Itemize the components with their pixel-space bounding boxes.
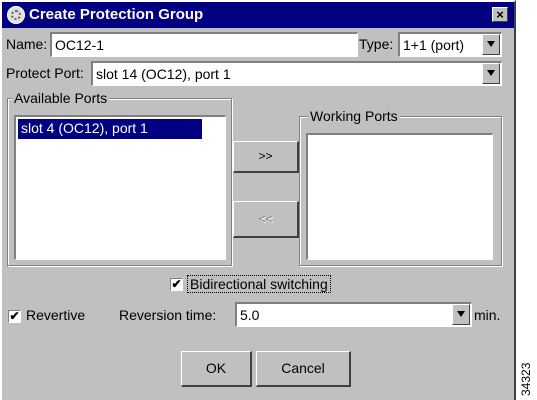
close-button[interactable]: × [492, 7, 508, 22]
available-ports-title: Available Ports [12, 90, 110, 106]
name-input[interactable]: OC12-1 [50, 32, 358, 57]
protect-port-label: Protect Port: [6, 65, 84, 81]
remove-from-working-button[interactable]: << [233, 201, 299, 238]
protect-port-dropdown[interactable]: slot 14 (OC12), port 1 [91, 61, 502, 86]
add-to-working-button[interactable]: >> [233, 141, 299, 173]
cancel-button[interactable]: Cancel [256, 351, 351, 387]
reversion-time-unit: min. [474, 307, 501, 323]
working-ports-title: Working Ports [308, 108, 400, 124]
bidirectional-label[interactable]: Bidirectional switching [187, 275, 331, 293]
revertive-checkbox[interactable]: ✔ [8, 310, 21, 323]
reversion-time-label: Reversion time: [119, 307, 217, 323]
list-item[interactable]: slot 4 (OC12), port 1 [18, 119, 202, 139]
create-protection-group-dialog: Create Protection Group × Name: OC12-1 T… [0, 0, 516, 400]
name-input-value: OC12-1 [55, 37, 105, 53]
available-ports-group: Available Ports slot 4 (OC12), port 1 [7, 90, 232, 266]
type-dropdown-value: 1+1 (port) [403, 37, 465, 53]
working-ports-list[interactable] [306, 133, 493, 260]
protect-port-dropdown-value: slot 14 (OC12), port 1 [96, 66, 231, 82]
protect-port-dropdown-arrow-icon[interactable] [482, 63, 500, 84]
reversion-time-dropdown[interactable]: 5.0 [235, 302, 472, 327]
ok-button[interactable]: OK [181, 351, 252, 387]
name-label: Name: [6, 36, 48, 52]
revertive-label: Revertive [26, 307, 86, 323]
type-label: Type: [359, 36, 394, 52]
working-ports-group: Working Ports [299, 108, 502, 266]
figure-id-label: 34323 [519, 362, 533, 396]
bidirectional-checkbox[interactable]: ✔ [170, 278, 183, 291]
type-dropdown-arrow-icon[interactable] [482, 34, 500, 55]
reversion-time-value: 5.0 [240, 307, 260, 323]
available-ports-list[interactable]: slot 4 (OC12), port 1 [14, 115, 226, 260]
reversion-time-dropdown-arrow-icon[interactable] [452, 304, 470, 325]
app-icon [7, 6, 25, 24]
window-title: Create Protection Group [29, 6, 204, 23]
title-bar[interactable]: Create Protection Group × [2, 2, 514, 28]
